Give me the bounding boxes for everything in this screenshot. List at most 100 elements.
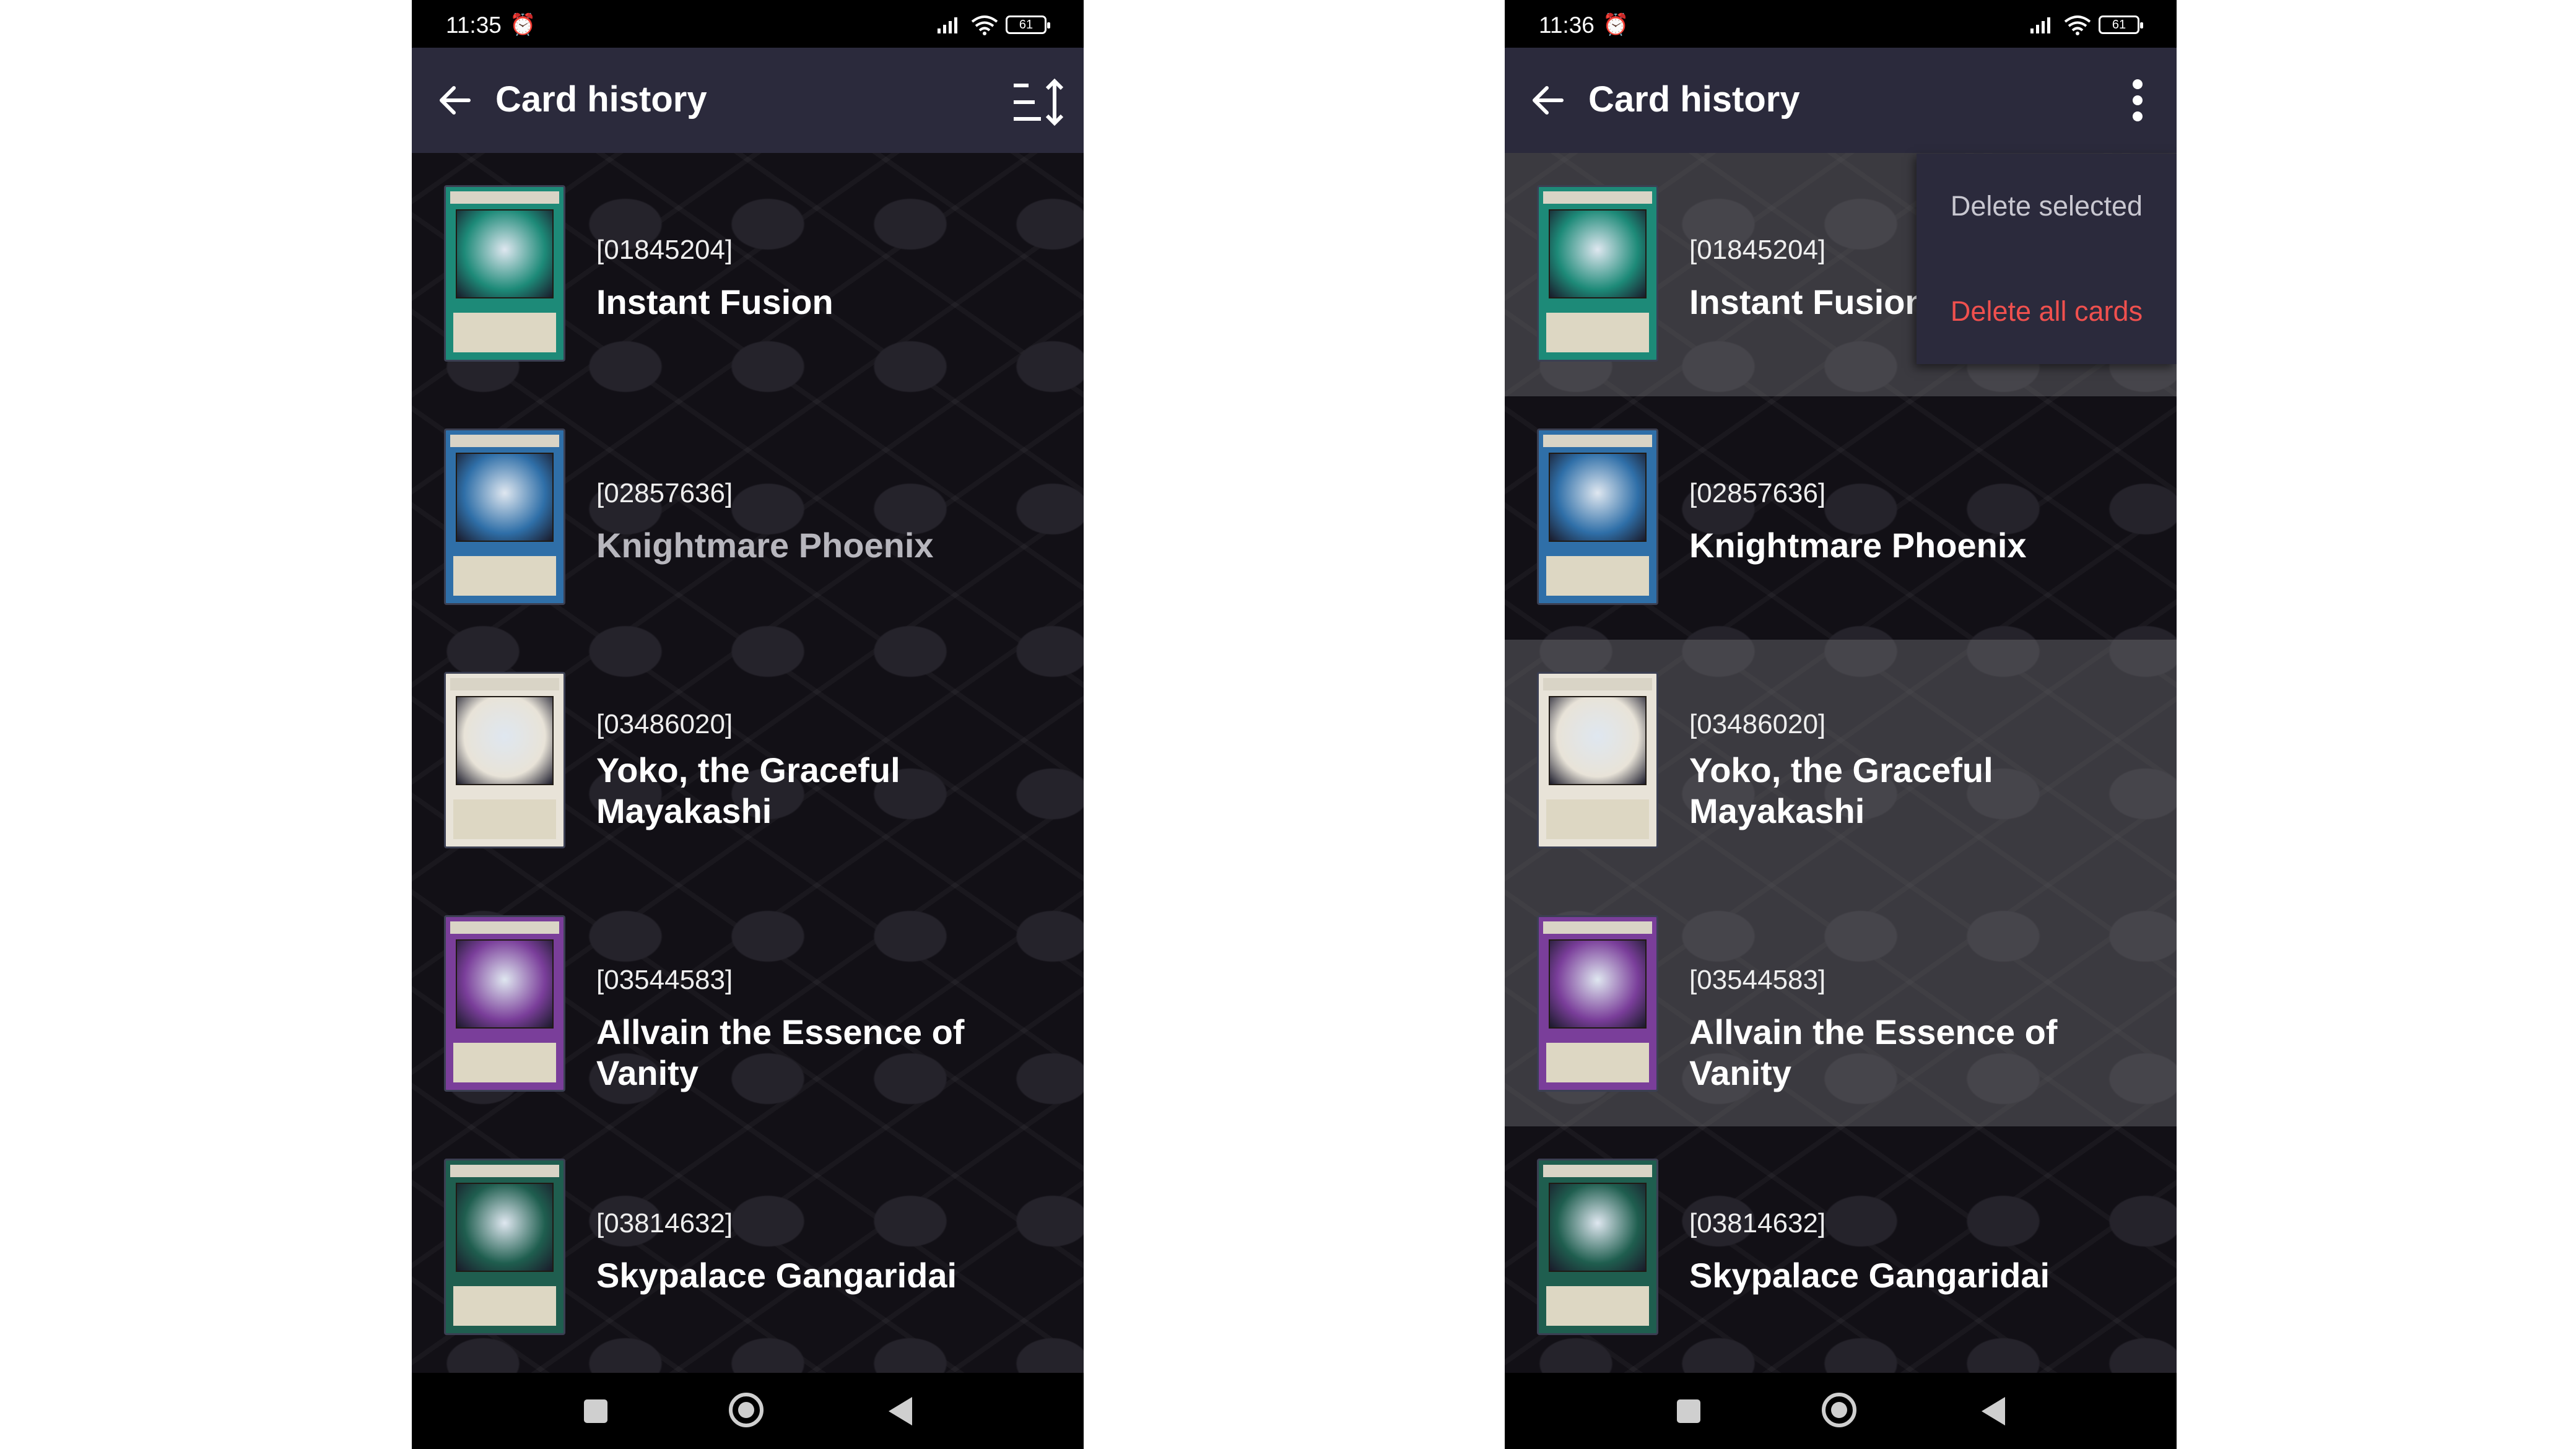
card-art-part xyxy=(1546,313,1649,352)
card-art-part xyxy=(453,556,556,596)
card-art-part xyxy=(450,435,559,447)
card-thumbnail xyxy=(1537,1159,1658,1335)
card-art-part xyxy=(1549,453,1647,542)
signal-icon xyxy=(938,17,957,33)
card-thumbnail xyxy=(444,185,565,362)
card-history-row[interactable]: [02857636] Knightmare Phoenix xyxy=(412,396,1084,640)
card-history-row[interactable]: [03486020] Yoko, the Graceful Mayakashi xyxy=(1505,640,2177,883)
system-nav-bar xyxy=(412,1373,1084,1449)
status-time: 11:36 xyxy=(1539,12,1595,38)
card-art-part xyxy=(453,313,556,352)
card-art-part xyxy=(450,678,559,690)
alarm-off-icon: ⏰ xyxy=(510,13,536,37)
card-name: Skypalace Gangaridai xyxy=(596,1256,957,1295)
card-history-row[interactable]: [03486020] Yoko, the Graceful Mayakashi xyxy=(412,640,1084,883)
card-history-row[interactable]: [03814632] Skypalace Gangaridai xyxy=(1505,1126,2177,1370)
card-id: [01845204] xyxy=(1689,235,1826,265)
app-bar: Card history xyxy=(412,48,1084,153)
card-id: [03544583] xyxy=(1689,965,1826,995)
card-id: [03814632] xyxy=(1689,1208,1826,1238)
more-vert-icon[interactable] xyxy=(2116,72,2159,128)
battery-icon: 61 xyxy=(2099,15,2143,34)
nav-back-icon[interactable] xyxy=(889,1397,912,1425)
card-history-row[interactable]: [03544583] Allvain the Essence of Vanity xyxy=(412,883,1084,1126)
status-time: 11:35 xyxy=(446,12,502,38)
sort-icon xyxy=(1014,78,1064,126)
back-button[interactable] xyxy=(430,76,480,125)
card-name: Knightmare Phoenix xyxy=(596,526,934,565)
card-art-part xyxy=(1546,1286,1649,1326)
card-name: Knightmare Phoenix xyxy=(1689,526,2027,565)
card-thumbnail xyxy=(444,672,565,848)
card-id: [03814632] xyxy=(596,1208,733,1238)
card-name: Allvain the Essence of Vanity xyxy=(596,1012,965,1092)
nav-back-icon[interactable] xyxy=(1982,1397,2005,1425)
wifi-icon xyxy=(2064,15,2091,35)
card-id: [01845204] xyxy=(596,235,733,265)
app-bar: Card history xyxy=(1505,48,2177,153)
card-art-part xyxy=(456,453,554,542)
card-art-part xyxy=(1543,678,1652,690)
status-bar: 11:35 ⏰ 61 xyxy=(412,0,1084,48)
delete-selected-menu-item[interactable]: Delete selected xyxy=(1917,154,2177,259)
card-art-part xyxy=(453,1043,556,1082)
card-history-row[interactable]: [03544583] Allvain the Essence of Vanity xyxy=(1505,883,2177,1126)
card-art-part xyxy=(1549,939,1647,1029)
card-art-part xyxy=(1543,921,1652,934)
back-button[interactable] xyxy=(1523,76,1573,125)
status-bar: 11:36 ⏰ 61 xyxy=(1505,0,2177,48)
card-name: Allvain the Essence of Vanity xyxy=(1689,1012,2058,1092)
card-id: [02857636] xyxy=(596,478,733,508)
status-icons: 61 xyxy=(936,14,1050,36)
card-art-part xyxy=(1546,1043,1649,1082)
home-icon[interactable] xyxy=(1822,1393,1856,1427)
card-id: [03486020] xyxy=(596,709,733,739)
card-name: Instant Fusion xyxy=(596,282,833,321)
recents-icon[interactable] xyxy=(584,1399,607,1423)
card-thumbnail xyxy=(444,915,565,1092)
card-thumbnail xyxy=(1537,915,1658,1092)
card-name: Yoko, the Graceful Mayakashi xyxy=(596,751,900,830)
card-art-part xyxy=(1543,191,1652,204)
arrow-left-icon xyxy=(1533,86,1564,115)
card-art-part xyxy=(450,1165,559,1177)
sort-button[interactable] xyxy=(1008,71,1070,133)
overflow-menu: Delete selected Delete all cards xyxy=(1917,154,2177,364)
card-art-part xyxy=(1549,209,1647,298)
phone-screen-right: 11:36 ⏰ 61 Card history [01845204] Instan… xyxy=(1505,0,2177,1449)
page-title: Card history xyxy=(495,79,707,120)
card-history-row[interactable]: [02857636] Knightmare Phoenix xyxy=(1505,396,2177,640)
card-art-part xyxy=(450,921,559,934)
card-history-list: [01845204] Instant Fusion [02857636] Knight… xyxy=(412,153,1084,1373)
card-thumbnail xyxy=(444,1159,565,1335)
card-thumbnail xyxy=(1537,185,1658,362)
card-thumbnail xyxy=(1537,429,1658,605)
card-name: Yoko, the Graceful Mayakashi xyxy=(1689,751,1993,830)
home-icon[interactable] xyxy=(729,1393,764,1427)
card-art-part xyxy=(453,799,556,839)
card-id: [03486020] xyxy=(1689,709,1826,739)
signal-icon xyxy=(2030,17,2050,33)
card-name: Skypalace Gangaridai xyxy=(1689,1256,2050,1295)
card-history-row[interactable]: [01845204] Instant Fusion xyxy=(412,153,1084,396)
card-history-row[interactable]: [03814632] Skypalace Gangaridai xyxy=(412,1126,1084,1370)
menu-dot xyxy=(2133,79,2143,89)
card-art-part xyxy=(450,191,559,204)
battery-icon: 61 xyxy=(1006,15,1050,34)
card-art-part xyxy=(1543,1165,1652,1177)
delete-all-cards-menu-item[interactable]: Delete all cards xyxy=(1917,259,2177,364)
card-id: [03544583] xyxy=(596,965,733,995)
card-thumbnail xyxy=(444,429,565,605)
card-art-part xyxy=(456,1183,554,1272)
recents-icon[interactable] xyxy=(1677,1399,1700,1423)
card-art-part xyxy=(1543,435,1652,447)
arrow-left-icon xyxy=(440,86,471,115)
wifi-icon xyxy=(971,15,998,35)
alarm-off-icon: ⏰ xyxy=(1603,13,1629,37)
menu-dot xyxy=(2133,111,2143,121)
phone-screen-left: 11:35 ⏰ 61 Card history [01845204] Instan… xyxy=(412,0,1084,1449)
status-icons: 61 xyxy=(2029,14,2143,36)
card-art-part xyxy=(456,939,554,1029)
card-thumbnail xyxy=(1537,672,1658,848)
card-art-part xyxy=(1549,696,1647,785)
